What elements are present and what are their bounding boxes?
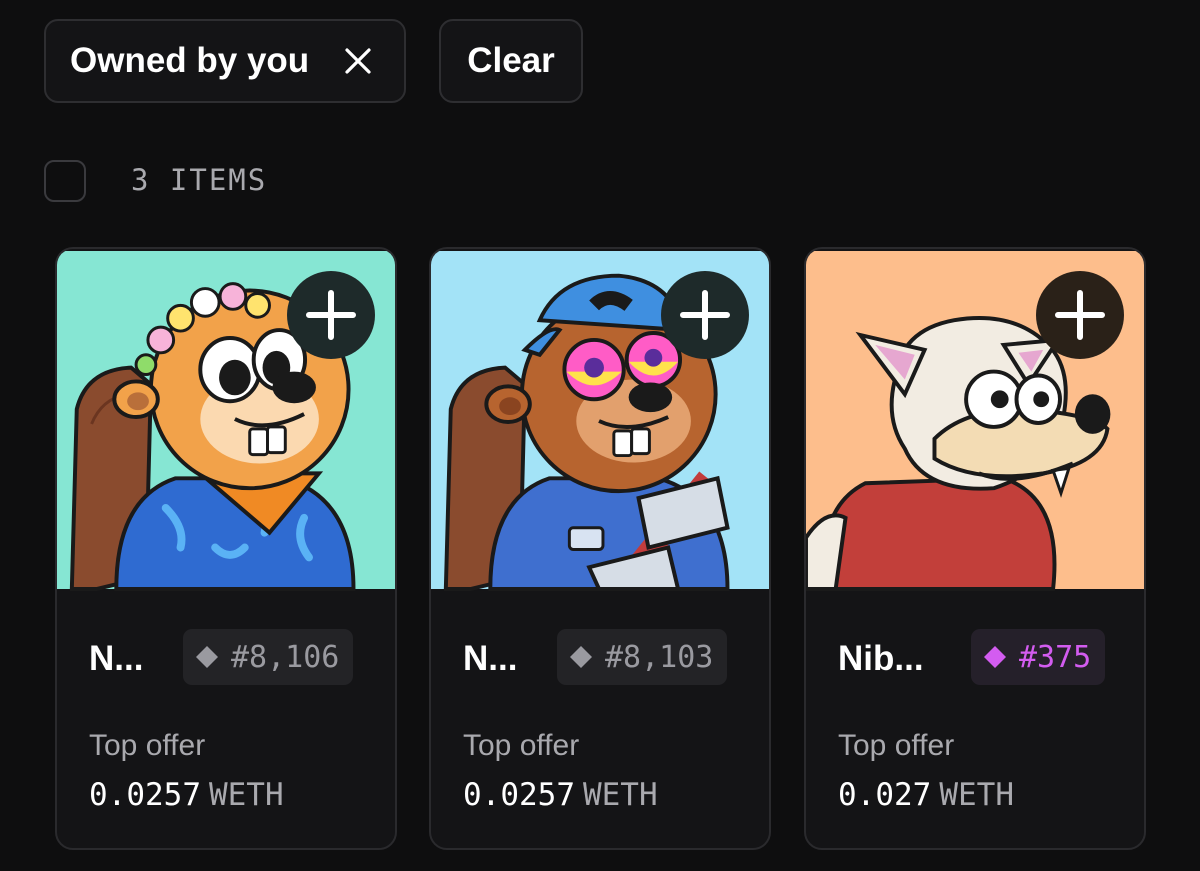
top-offer-amount: 0.0257 [463, 777, 575, 813]
top-offer-amount: 0.0257 [89, 777, 201, 813]
top-offer-label: Top offer [463, 729, 580, 762]
top-offer-label: Top offer [89, 729, 206, 762]
nft-card[interactable]: N... #8,103 Top offer 0.0257 WETH [429, 247, 771, 850]
card-info: N... #8,103 Top offer 0.0257 WETH [431, 591, 769, 848]
currency: WETH [582, 777, 658, 813]
top-offer-label: Top offer [838, 729, 955, 762]
top-offer-amount: 0.027 [838, 777, 932, 813]
token-id-badge: #375 [971, 629, 1106, 685]
clear-filters-button[interactable]: Clear [439, 19, 583, 103]
nft-name: N... [89, 639, 144, 678]
nft-name: N... [463, 639, 518, 678]
clear-label: Clear [467, 41, 555, 80]
token-id: #375 [1019, 639, 1092, 675]
nft-card[interactable]: Nib... #375 Top offer 0.027 WETH [804, 247, 1146, 850]
plus-icon [306, 290, 356, 340]
add-to-selection-button[interactable] [287, 271, 375, 359]
owned-by-you-filter-chip[interactable]: Owned by you [44, 19, 406, 103]
items-count: 3 ITEMS [131, 163, 268, 197]
token-id-badge: #8,106 [183, 629, 354, 685]
add-to-selection-button[interactable] [661, 271, 749, 359]
currency: WETH [208, 777, 284, 813]
select-all-checkbox[interactable] [44, 160, 86, 202]
add-to-selection-button[interactable] [1036, 271, 1124, 359]
token-id: #8,103 [605, 639, 714, 675]
token-id-badge: #8,103 [557, 629, 728, 685]
plus-icon [680, 290, 730, 340]
top-offer-value: 0.027 WETH [838, 777, 1014, 813]
top-offer-value: 0.0257 WETH [89, 777, 284, 813]
diamond-icon [984, 646, 1006, 668]
currency: WETH [939, 777, 1014, 813]
token-id: #8,106 [231, 639, 340, 675]
close-icon[interactable] [342, 45, 374, 77]
diamond-icon [196, 646, 218, 668]
top-offer-value: 0.0257 WETH [463, 777, 658, 813]
card-info: N... #8,106 Top offer 0.0257 WETH [57, 591, 395, 848]
nft-name: Nib... [838, 639, 924, 678]
diamond-icon [570, 646, 592, 668]
plus-icon [1055, 290, 1105, 340]
owned-by-you-label: Owned by you [70, 41, 310, 80]
card-info: Nib... #375 Top offer 0.027 WETH [806, 591, 1144, 848]
nft-card[interactable]: N... #8,106 Top offer 0.0257 WETH [55, 247, 397, 850]
